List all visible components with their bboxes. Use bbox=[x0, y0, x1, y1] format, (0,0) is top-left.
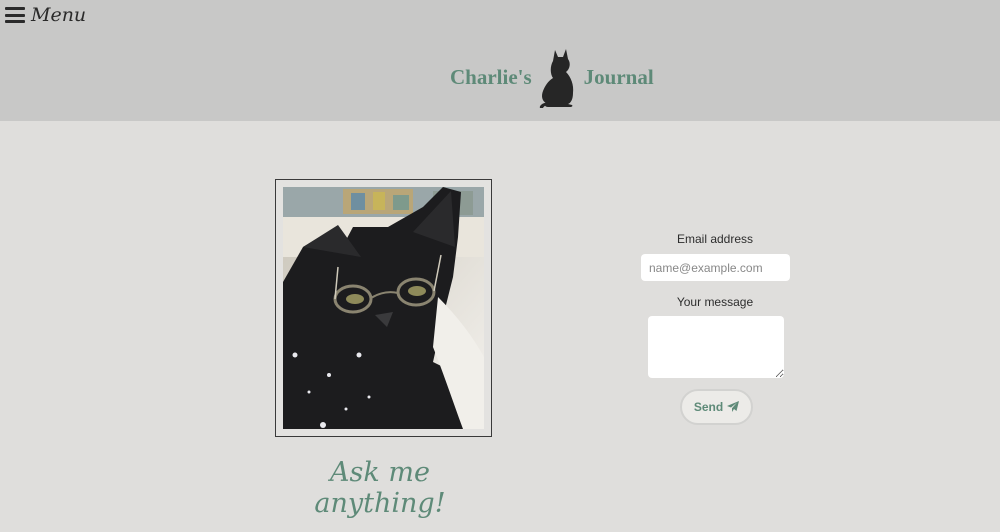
email-field[interactable] bbox=[641, 254, 790, 281]
menu-label: Menu bbox=[31, 4, 87, 26]
photo-frame bbox=[275, 179, 492, 437]
black-cat-icon bbox=[539, 49, 573, 108]
email-label: Email address bbox=[676, 232, 754, 246]
paper-plane-icon bbox=[727, 401, 740, 412]
site-header: Menu Charlie's Journal bbox=[0, 0, 1000, 121]
message-label: Your message bbox=[676, 295, 754, 309]
tagline: Ask me anything! bbox=[314, 457, 446, 519]
menu-button[interactable]: Menu bbox=[5, 4, 86, 26]
site-logo[interactable]: Charlie's Journal bbox=[450, 46, 654, 108]
send-button[interactable]: Send bbox=[680, 389, 753, 425]
brand-name-left: Charlie's bbox=[450, 64, 532, 89]
cat-with-glasses-photo bbox=[283, 187, 484, 429]
message-field[interactable] bbox=[648, 316, 784, 378]
brand-name-right: Journal bbox=[583, 64, 654, 89]
contact-form: Email address Your message Send bbox=[635, 232, 795, 425]
send-label: Send bbox=[693, 400, 724, 414]
hamburger-icon bbox=[5, 7, 25, 23]
